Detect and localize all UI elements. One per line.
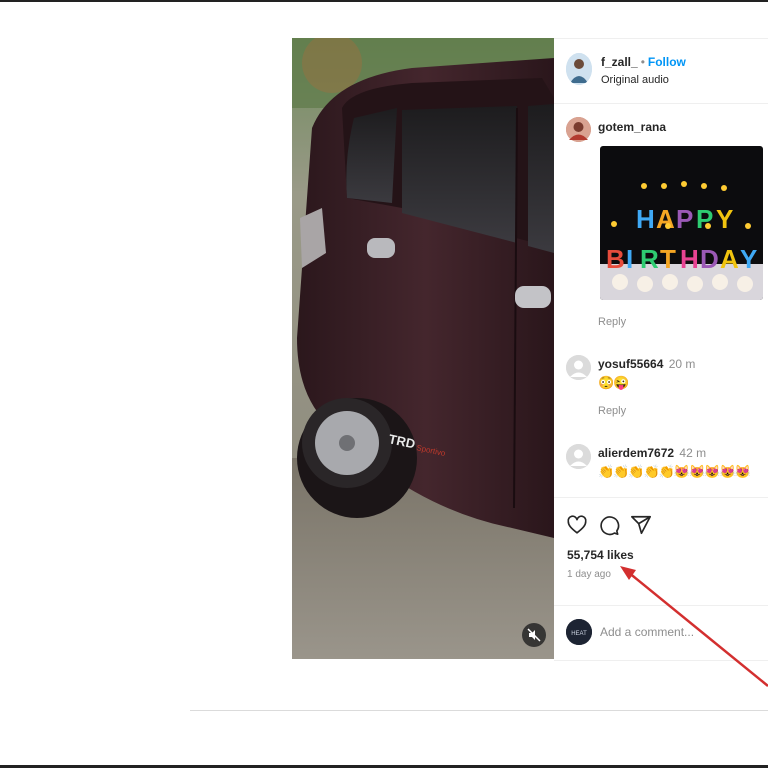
comment-icon[interactable] (598, 514, 620, 536)
reply-button[interactable]: Reply (598, 316, 626, 328)
post-video[interactable]: TRD Sportivo (292, 38, 554, 659)
svg-text:D: D (700, 244, 719, 274)
birthday-gif: H A P P Y B I R T H D A Y (600, 146, 763, 300)
svg-text:P: P (696, 204, 713, 234)
post-time[interactable]: 1 day ago (567, 569, 611, 580)
svg-text:B: B (606, 244, 625, 274)
window-top-border (0, 0, 768, 2)
svg-text:A: A (720, 244, 739, 274)
author-username[interactable]: f_zall_ (601, 55, 638, 69)
share-icon[interactable] (630, 514, 652, 536)
action-icons (566, 514, 652, 536)
car-photo: TRD Sportivo (292, 38, 554, 659)
page-divider (190, 710, 768, 711)
comment-text: 👏👏👏👏👏😻😻😻😻😻 (598, 464, 751, 479)
commenter-avatar[interactable] (566, 117, 591, 142)
default-avatar-icon[interactable] (566, 355, 591, 380)
svg-text:T: T (660, 244, 676, 274)
post-side-panel: f_zall_ • Follow Original audio gotem_rana… (554, 38, 768, 661)
svg-text:HEAT: HEAT (571, 631, 587, 637)
svg-text:H: H (636, 204, 655, 234)
svg-text:A: A (656, 204, 675, 234)
current-user-avatar: HEAT (566, 619, 592, 645)
commenter-username[interactable]: alierdem7672 (598, 446, 674, 460)
add-comment-input[interactable] (600, 622, 760, 642)
likes-count[interactable]: 55,754 likes (567, 548, 634, 562)
svg-text:H: H (680, 244, 699, 274)
svg-text:P: P (676, 204, 693, 234)
comment-time: 20 m (668, 357, 696, 371)
post-actions: 55,754 likes 1 day ago HEAT (554, 497, 768, 661)
commenter-username[interactable]: yosuf55664 (598, 357, 663, 371)
author-avatar[interactable] (566, 53, 592, 85)
author-line: f_zall_ • Follow (601, 55, 686, 69)
separator-dot: • (640, 55, 645, 69)
muted-speaker-icon (527, 628, 541, 642)
follow-button[interactable]: Follow (648, 55, 686, 69)
commenter-username[interactable]: gotem_rana (598, 120, 666, 134)
reply-button[interactable]: Reply (598, 405, 626, 417)
add-comment-bar: HEAT (554, 605, 768, 662)
svg-text:Y: Y (740, 244, 757, 274)
post-header: f_zall_ • Follow Original audio (554, 39, 768, 104)
audio-label[interactable]: Original audio (601, 74, 669, 86)
heart-icon[interactable] (566, 514, 588, 536)
comment-text: 😳😜 (598, 375, 629, 390)
svg-text:R: R (640, 244, 659, 274)
svg-text:Y: Y (716, 204, 733, 234)
mute-button[interactable] (522, 623, 546, 647)
commenter-line: yosuf55664 20 m (598, 357, 695, 371)
svg-text:I: I (626, 244, 633, 274)
commenter-line: alierdem7672 42 m (598, 446, 706, 460)
comment-time: 42 m (679, 446, 707, 460)
default-avatar-icon[interactable] (566, 444, 591, 469)
